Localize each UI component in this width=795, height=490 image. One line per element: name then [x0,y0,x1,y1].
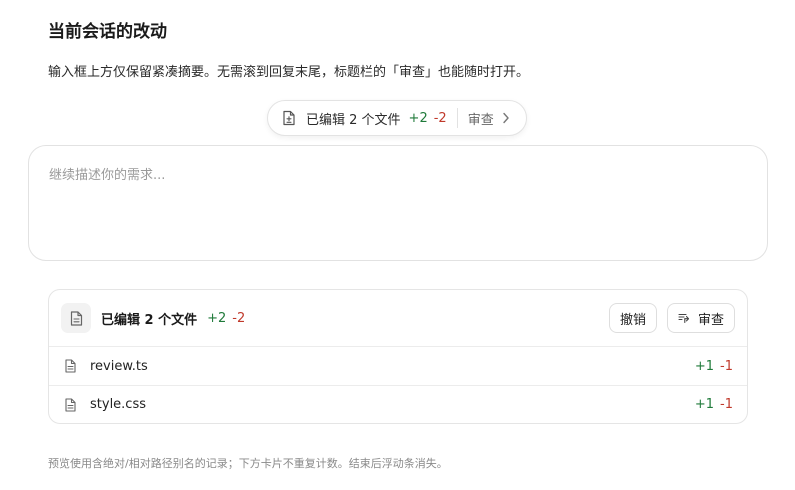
page: 当前会话的改动 输入框上方仅保留紧凑摘要。无需滚到回复末尾，标题栏的「审查」也能… [0,0,795,490]
file-added-count: +1 [694,358,715,374]
changes-card-header: 已编辑 2 个文件 +2 -2 撤销 审查 [49,290,747,347]
file-row[interactable]: style.css +1 -1 [49,385,747,423]
footnote: 预览使用含绝对/相对路径别名的记录；下方卡片不重复计数。结束后浮动条消失。 [48,457,448,470]
file-added-count: +1 [694,397,715,412]
edited-files-pill[interactable]: 已编辑 2 个文件 +2 -2 审查 [267,100,527,136]
pill-label: 已编辑 2 个文件 [306,112,401,128]
file-removed-count: -1 [720,358,733,374]
card-added-count: +2 [207,310,227,326]
changes-card-stats: +2 -2 [207,311,245,326]
pill-divider [456,108,458,128]
review-button[interactable]: 审查 [666,303,735,333]
page-subtitle: 输入框上方仅保留紧凑摘要。无需滚到回复末尾，标题栏的「审查」也能随时打开。 [48,65,530,80]
file-name: review.ts [90,358,148,374]
card-actions: 撤销 审查 [608,303,735,333]
card-removed-count: -2 [232,310,246,326]
file-stats: +1 -1 [695,359,733,374]
file-diff-icon [282,110,296,126]
document-icon [61,303,91,333]
undo-button-label: 撤销 [619,312,646,328]
changes-card: 已编辑 2 个文件 +2 -2 撤销 审查 review.ts +1 -1 st… [48,289,748,424]
pill-review-link[interactable]: 审查 [468,109,494,128]
file-removed-count: -1 [720,397,733,412]
pill-removed-count: -2 [433,110,447,126]
file-row[interactable]: review.ts +1 -1 [49,347,747,385]
file-stats: +1 -1 [695,397,733,412]
file-icon [65,397,76,412]
file-name: style.css [90,397,146,412]
pill-added-count: +2 [408,110,428,126]
undo-button[interactable]: 撤销 [608,303,657,333]
chevron-right-icon[interactable] [502,112,510,124]
file-icon [65,359,76,373]
page-title: 当前会话的改动 [48,22,167,42]
composer [28,145,768,261]
review-icon [678,312,690,324]
changes-card-label: 已编辑 2 个文件 [101,312,198,328]
prompt-input[interactable] [29,146,767,260]
review-button-label: 审查 [697,312,724,328]
